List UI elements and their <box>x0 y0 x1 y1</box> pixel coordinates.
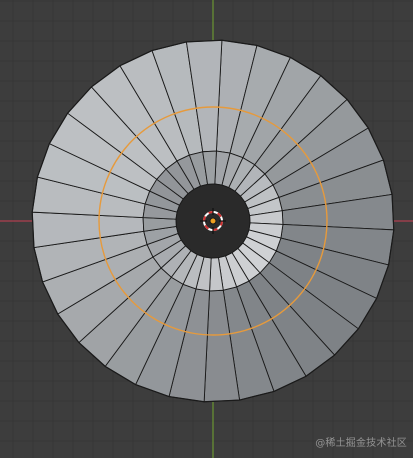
watermark-text: @稀土掘金技术社区 <box>315 438 407 449</box>
viewport-scene[interactable] <box>0 0 413 458</box>
object-origin-dot[interactable] <box>209 217 217 225</box>
3d-viewport[interactable]: @稀土掘金技术社区 <box>0 0 413 458</box>
